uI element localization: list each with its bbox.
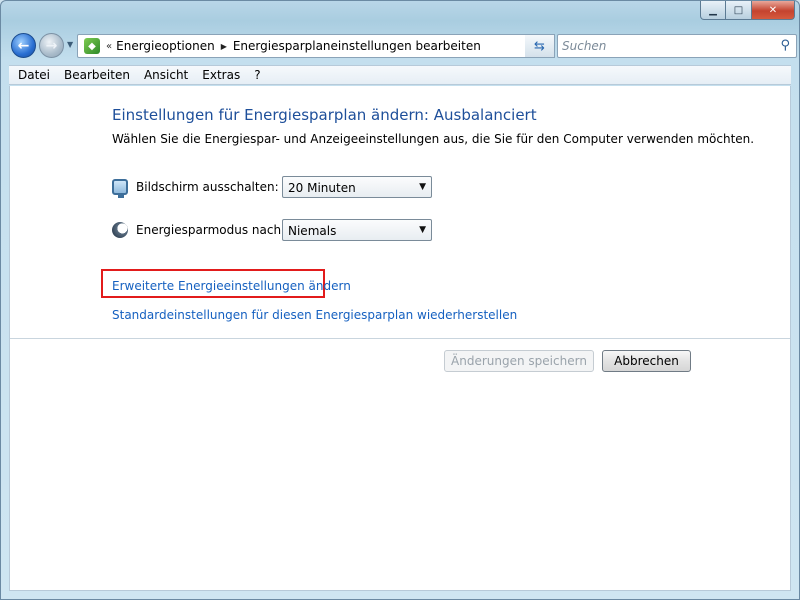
sleep-moon-icon <box>112 222 128 238</box>
search-box[interactable]: ⚲ <box>557 34 797 58</box>
content-pane: Einstellungen für Energiesparplan ändern… <box>9 86 791 591</box>
navigation-bar: ← → ▼ ◆ « Energieoptionen ▶ Energiesparp… <box>9 31 797 61</box>
address-bar[interactable]: ◆ « Energieoptionen ▶ Energiesparplanein… <box>77 34 555 58</box>
chevron-down-icon: ▼ <box>419 182 426 192</box>
page-title: Einstellungen für Energiesparplan ändern… <box>112 106 537 124</box>
cancel-button[interactable]: Abbrechen <box>602 350 691 372</box>
breadcrumb-plan-settings[interactable]: Energiesparplaneinstellungen bearbeiten <box>233 39 481 53</box>
maximize-button[interactable]: □ <box>726 1 752 20</box>
explorer-window: ▁ □ ✕ ← → ▼ ◆ « Energieoptionen ▶ Energi… <box>0 0 800 600</box>
breadcrumb-overflow[interactable]: « <box>106 41 112 52</box>
close-button[interactable]: ✕ <box>752 1 795 20</box>
advanced-power-settings-link[interactable]: Erweiterte Energieeinstellungen ändern <box>112 279 351 293</box>
forward-button[interactable]: → <box>39 33 64 58</box>
back-arrow-icon: ← <box>17 37 30 54</box>
save-changes-button[interactable]: Änderungen speichern <box>444 350 594 372</box>
restore-defaults-link[interactable]: Standardeinstellungen für diesen Energie… <box>112 308 517 322</box>
sleep-value: Niemals <box>288 224 337 238</box>
close-icon: ✕ <box>768 4 778 16</box>
display-off-value: 20 Minuten <box>288 181 356 195</box>
menu-ansicht[interactable]: Ansicht <box>144 68 188 82</box>
menu-bar: Datei Bearbeiten Ansicht Extras ? <box>9 65 791 85</box>
menu-extras[interactable]: Extras <box>202 68 240 82</box>
setting-display-off: Bildschirm ausschalten: 20 Minuten ▼ <box>110 176 440 198</box>
refresh-button[interactable]: ⇆ <box>525 34 555 58</box>
chevron-down-icon: ▼ <box>419 225 426 235</box>
display-off-dropdown[interactable]: 20 Minuten ▼ <box>282 176 432 198</box>
refresh-icon: ⇆ <box>534 38 545 54</box>
search-icon[interactable]: ⚲ <box>780 38 790 53</box>
breadcrumb-separator-icon[interactable]: ▶ <box>221 42 227 51</box>
divider <box>10 338 790 339</box>
back-button[interactable]: ← <box>11 33 36 58</box>
setting-label-sleep: Energiesparmodus nach: <box>136 223 286 237</box>
sleep-dropdown[interactable]: Niemals ▼ <box>282 219 432 241</box>
page-description: Wählen Sie die Energiespar- und Anzeigee… <box>112 132 755 146</box>
minimize-icon: ▁ <box>709 4 717 16</box>
caption-buttons: ▁ □ ✕ <box>700 1 795 20</box>
minimize-button[interactable]: ▁ <box>700 1 726 20</box>
control-panel-icon: ◆ <box>84 38 100 54</box>
maximize-icon: □ <box>733 4 744 16</box>
forward-arrow-icon: → <box>45 37 58 54</box>
recent-pages-chevron-icon[interactable]: ▼ <box>67 40 73 49</box>
menu-datei[interactable]: Datei <box>18 68 50 82</box>
menu-bearbeiten[interactable]: Bearbeiten <box>64 68 130 82</box>
setting-sleep: Energiesparmodus nach: Niemals ▼ <box>110 219 440 241</box>
search-input[interactable] <box>562 38 762 54</box>
menu-help[interactable]: ? <box>254 68 260 82</box>
breadcrumb-energieoptionen[interactable]: Energieoptionen <box>116 39 215 53</box>
monitor-icon <box>112 179 128 198</box>
setting-label-display: Bildschirm ausschalten: <box>136 180 279 194</box>
